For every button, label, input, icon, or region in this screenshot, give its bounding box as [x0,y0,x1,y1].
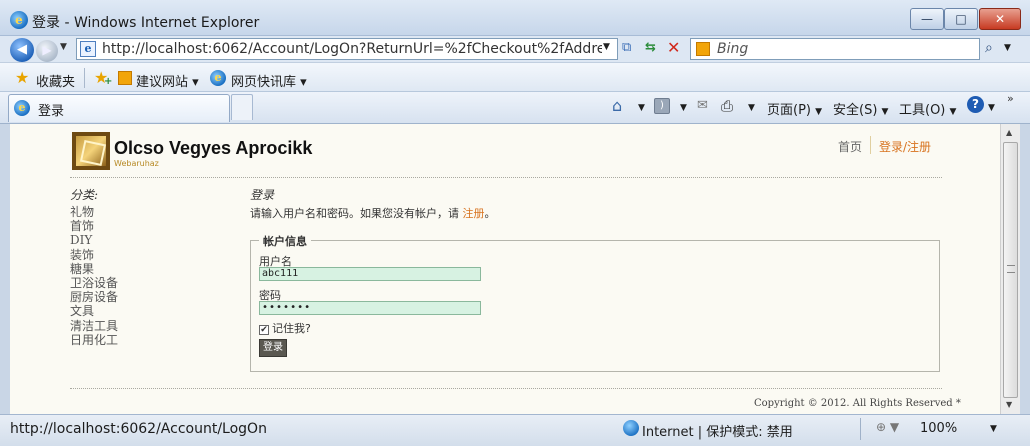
address-dropdown-icon[interactable]: ▼ [603,42,610,52]
scroll-down-icon[interactable]: ▼ [1006,400,1012,409]
password-input[interactable]: ••••••• [259,301,481,315]
search-dropdown-icon[interactable]: ▼ [1004,43,1011,53]
maximize-button[interactable]: □ [944,8,978,30]
copyright-text: Copyright © 2012. All Rights Reserved * [754,398,961,409]
search-icon[interactable]: ⌕ [985,40,993,56]
zoom-magnifier-icon[interactable]: ⊕ ▼ [876,420,899,434]
remember-me-checkbox[interactable]: ✔ [259,325,269,335]
safety-menu[interactable]: 安全(S) ▼ [833,99,888,118]
tools-menu[interactable]: 工具(O) ▼ [899,99,956,118]
safety-menu-label: 安全(S) [833,103,878,118]
stop-icon[interactable]: ✕ [667,38,680,57]
category-item[interactable]: 糖果 [70,262,118,276]
print-dropdown-icon[interactable]: ▼ [748,99,755,114]
print-icon[interactable]: ⎙ [721,97,733,115]
nav-login-register-link[interactable]: 登录/注册 [879,138,931,155]
category-item[interactable]: 清洁工具 [70,319,118,333]
help-icon[interactable]: ? [967,96,984,113]
login-title: 登录 [250,188,275,202]
category-item[interactable]: 首饰 [70,219,118,233]
help-dropdown-icon[interactable]: ▼ [988,99,995,114]
vertical-scrollbar[interactable]: ▲ ▼ [1000,124,1020,414]
login-submit-button[interactable]: 登录 [259,339,287,357]
nav-home-link[interactable]: 首页 [838,138,862,155]
instructions-text: 请输入用户名和密码。如果您没有帐户，请 [250,207,459,220]
page-icon: e [80,41,96,57]
register-link[interactable]: 注册 [463,207,485,220]
address-field[interactable]: e http://localhost:6062/Account/LogOn?Re… [76,38,618,60]
tab-page-icon: e [14,100,30,116]
nav-divider [870,136,871,154]
search-placeholder[interactable]: Bing [717,41,748,57]
compatibility-view-icon[interactable]: ⧉ [622,40,631,55]
login-instructions: 请输入用户名和密码。如果您没有帐户，请 注册。 [250,205,496,221]
ie-logo-icon: e [10,11,28,29]
instructions-end: 。 [484,207,496,220]
new-tab-button[interactable] [231,94,253,120]
category-title: 分类: [70,188,99,202]
favorites-divider [84,68,85,88]
status-divider [860,418,861,440]
feeds-icon[interactable]: ) [654,98,670,114]
window-frame-right [1020,124,1030,414]
category-item[interactable]: 礼物 [70,205,118,219]
search-input[interactable]: Bing [690,38,980,60]
category-item[interactable]: DIY [70,233,118,247]
forward-button[interactable]: ▶ [36,40,58,62]
favorites-star-icon[interactable]: ★ [15,68,29,87]
web-slice-gallery-button[interactable]: 网页快讯库 ▾ [231,71,307,90]
back-button[interactable]: ◀ [10,38,34,62]
fieldset-legend: 帐户信息 [259,233,311,249]
web-slice-gallery-icon: e [210,70,226,86]
security-zone-text[interactable]: Internet | 保护模式: 禁用 [642,421,793,440]
username-input[interactable]: abc111 [259,267,481,281]
footer-divider [70,388,942,389]
category-item[interactable]: 卫浴设备 [70,276,118,290]
page-viewport: Olcso Vegyes Aprocikk Webaruhaz 首页 登录/注册… [10,124,1000,414]
page-menu[interactable]: 页面(P) ▼ [767,99,822,118]
tools-menu-label: 工具(O) [899,103,946,118]
category-item[interactable]: 日用化工 [70,333,118,347]
minimize-button[interactable]: — [910,8,944,30]
window-title: 登录 - Windows Internet Explorer [32,15,260,31]
scroll-thumb[interactable] [1003,142,1018,398]
remember-me-label[interactable]: 记住我? [272,322,311,335]
bing-icon [696,42,710,56]
more-commands-icon[interactable]: » [1007,92,1014,105]
site-subtitle: Webaruhaz [114,159,159,168]
suggested-sites-button[interactable]: 建议网站 ▾ [136,71,199,90]
address-url[interactable]: http://localhost:6062/Account/LogOn?Retu… [102,41,602,57]
history-dropdown-icon[interactable]: ▼ [60,42,67,52]
close-button[interactable]: ✕ [979,8,1021,30]
site-title: Olcso Vegyes Aprocikk [114,138,313,158]
category-list: 礼物 首饰 DIY 装饰 糖果 卫浴设备 厨房设备 文具 清洁工具 日用化工 [70,205,118,347]
refresh-icon[interactable]: ⇆ [645,40,656,55]
page-menu-label: 页面(P) [767,103,811,118]
category-item[interactable]: 装饰 [70,248,118,262]
header-divider [70,177,942,178]
site-logo[interactable] [72,132,110,170]
category-item[interactable]: 文具 [70,304,118,318]
remember-me-row: ✔ 记住我? [259,320,311,336]
category-item[interactable]: 厨房设备 [70,290,118,304]
add-plus-icon: + [104,76,113,87]
zoom-level[interactable]: 100% [920,421,957,436]
favorites-button[interactable]: 收藏夹 [36,71,75,90]
scroll-grip-icon [1007,265,1015,273]
scroll-up-icon[interactable]: ▲ [1006,128,1012,137]
home-icon[interactable]: ⌂ [612,96,622,115]
internet-zone-globe-icon[interactable] [623,420,639,436]
status-url: http://localhost:6062/Account/LogOn [10,421,267,437]
zoom-dropdown-icon[interactable]: ▼ [990,424,997,434]
tab-label[interactable]: 登录 [38,100,64,119]
home-dropdown-icon[interactable]: ▼ [638,99,645,114]
feeds-dropdown-icon[interactable]: ▼ [680,99,687,114]
suggested-sites-icon [118,71,132,85]
read-mail-icon[interactable]: ✉ [697,98,708,113]
account-info-fieldset: 帐户信息 用户名 abc111 密码 ••••••• ✔ 记住我? 登录 [250,233,940,372]
